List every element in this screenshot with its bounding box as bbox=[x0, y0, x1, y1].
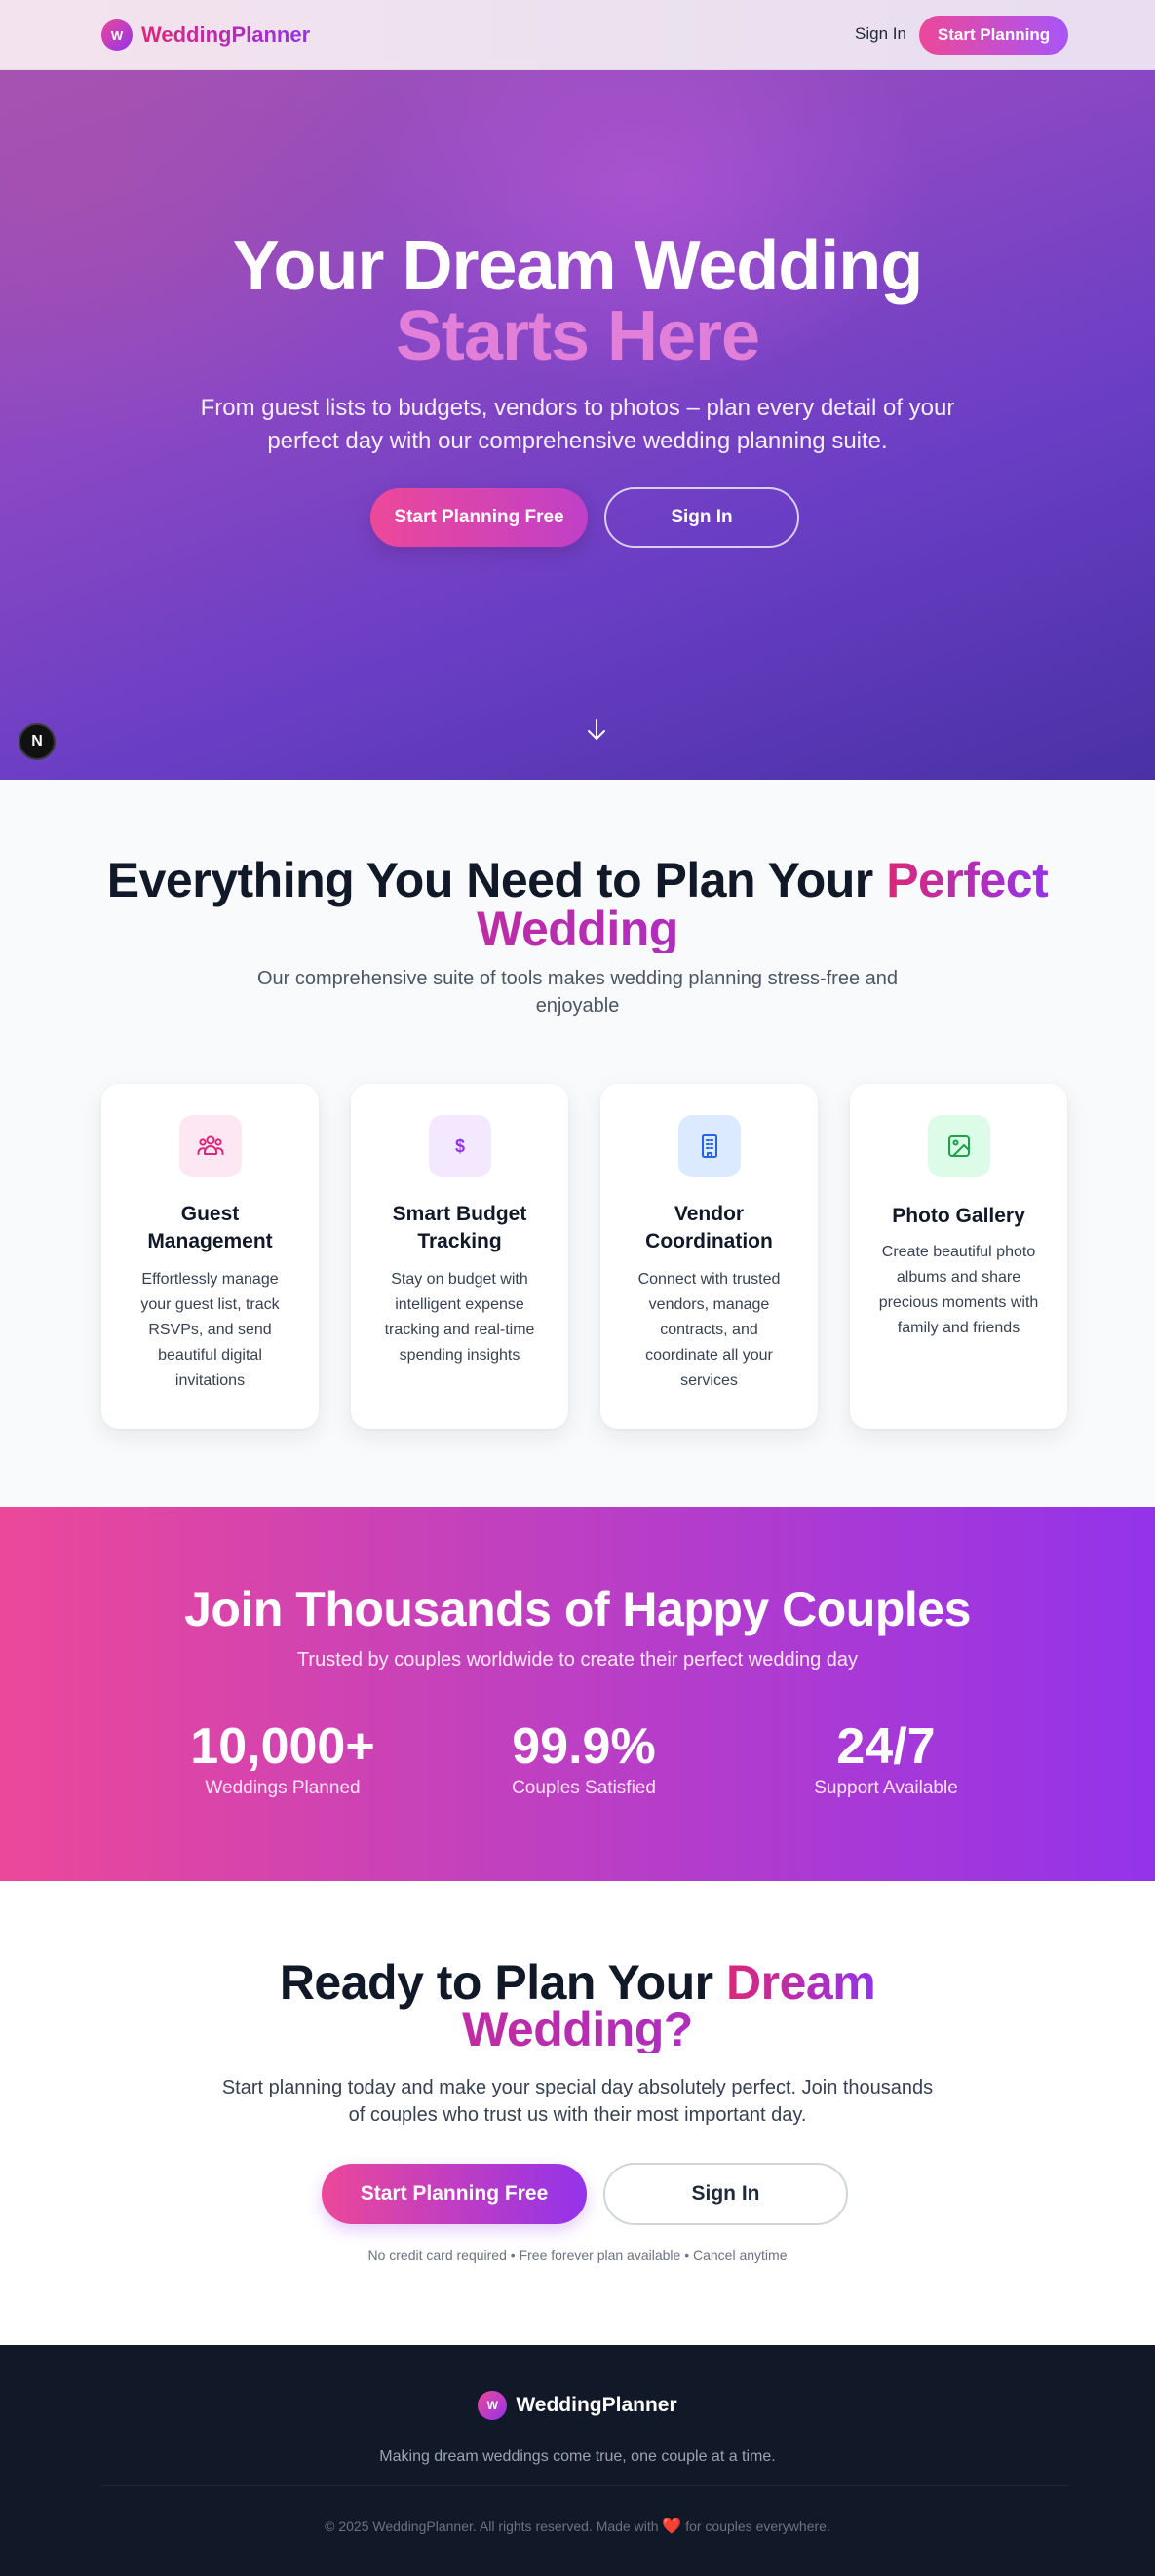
logo-badge-icon: W bbox=[101, 19, 133, 51]
feature-card-vendor-coordination[interactable]: Vendor Coordination Connect with trusted… bbox=[600, 1084, 818, 1429]
features-title-highlight-1: Perfect bbox=[886, 853, 1049, 907]
brand-logo[interactable]: W WeddingPlanner bbox=[101, 19, 310, 51]
card-description: Stay on budget with intelligent expense … bbox=[384, 1271, 535, 1364]
hero-title-line1: Your Dream Wedding bbox=[232, 227, 923, 305]
features-title: Everything You Need to Plan Your Perfect… bbox=[97, 856, 1058, 953]
feature-card-photo-gallery[interactable]: Photo Gallery Create beautiful photo alb… bbox=[850, 1084, 1067, 1429]
card-title: Vendor Coordination bbox=[645, 1203, 773, 1252]
cta-signin-button[interactable]: Sign In bbox=[603, 2163, 848, 2225]
cta-note: No credit card required • Free forever p… bbox=[367, 2248, 788, 2263]
brand-name: WeddingPlanner bbox=[141, 22, 311, 47]
card-title: Photo Gallery bbox=[892, 1205, 1025, 1227]
footer-tagline: Making dream weddings come true, one cou… bbox=[379, 2448, 776, 2465]
card-title: Guest Management bbox=[147, 1203, 273, 1252]
hero-subtitle: From guest lists to budgets, vendors to … bbox=[200, 395, 955, 454]
nav-start-planning-button[interactable]: Start Planning bbox=[919, 16, 1068, 55]
cta-start-planning-free-button[interactable]: Start Planning Free bbox=[322, 2164, 587, 2224]
stat-value: 10,000+ bbox=[190, 1718, 375, 1775]
building-icon bbox=[678, 1115, 741, 1177]
card-description: Create beautiful photo albums and share … bbox=[878, 1244, 1039, 1336]
heart-icon: ❤️ bbox=[662, 2518, 682, 2535]
stat-weddings-planned: 10,000+ Weddings Planned bbox=[127, 1717, 439, 1799]
users-icon bbox=[179, 1115, 242, 1177]
copyright-text-end: for couples everywhere. bbox=[685, 2518, 830, 2534]
features-title-part1: Everything You Need to Plan Your bbox=[106, 853, 874, 907]
hero-title-line2: Starts Here bbox=[395, 297, 760, 375]
arrow-down-icon[interactable] bbox=[583, 717, 610, 745]
cta-section: Ready to Plan Your Dream Wedding? Start … bbox=[0, 1881, 1155, 2345]
footer-copyright: © 2025 WeddingPlanner. All rights reserv… bbox=[0, 2517, 1155, 2536]
hero-signin-button[interactable]: Sign In bbox=[604, 487, 799, 548]
card-description: Effortlessly manage your guest list, tra… bbox=[140, 1271, 280, 1389]
stats-section: Join Thousands of Happy Couples Trusted … bbox=[0, 1507, 1155, 1881]
stat-support-available: 24/7 Support Available bbox=[730, 1717, 1042, 1799]
cta-title: Ready to Plan Your Dream Wedding? bbox=[97, 1958, 1058, 2054]
stat-label: Support Available bbox=[814, 1778, 958, 1798]
card-description: Connect with trusted vendors, manage con… bbox=[637, 1271, 781, 1389]
footer-brand[interactable]: W WeddingPlanner bbox=[0, 2391, 1155, 2420]
image-icon bbox=[928, 1115, 990, 1177]
stats-title: Join Thousands of Happy Couples bbox=[184, 1582, 971, 1636]
stat-value: 99.9% bbox=[512, 1718, 656, 1775]
copyright-text: © 2025 WeddingPlanner. All rights reserv… bbox=[325, 2518, 659, 2534]
cta-title-highlight-2: Wedding? bbox=[97, 2005, 1058, 2054]
hero-start-planning-free-button[interactable]: Start Planning Free bbox=[370, 488, 588, 547]
footer-logo-badge-icon: W bbox=[478, 2391, 508, 2420]
stat-label: Couples Satisfied bbox=[512, 1778, 656, 1798]
page: W WeddingPlanner Sign In Start Planning … bbox=[0, 0, 1155, 2576]
top-navbar: W WeddingPlanner Sign In Start Planning bbox=[0, 0, 1155, 70]
feature-card-budget-tracking[interactable]: $ Smart Budget Tracking Stay on budget w… bbox=[351, 1084, 568, 1429]
stats-subtitle: Trusted by couples worldwide to create t… bbox=[296, 1649, 859, 1671]
cta-title-highlight-1: Dream bbox=[726, 1955, 876, 2010]
footer: W WeddingPlanner Making dream weddings c… bbox=[0, 2345, 1155, 2576]
footer-divider bbox=[101, 2485, 1068, 2486]
dollar-icon: $ bbox=[429, 1115, 491, 1177]
features-subtitle: Our comprehensive suite of tools makes w… bbox=[256, 968, 898, 1017]
stat-label: Weddings Planned bbox=[205, 1778, 361, 1798]
stat-value: 24/7 bbox=[836, 1718, 936, 1775]
feature-card-guest-management[interactable]: Guest Management Effortlessly manage you… bbox=[101, 1084, 319, 1429]
nav-signin-link[interactable]: Sign In bbox=[855, 24, 906, 44]
footer-brand-name: WeddingPlanner bbox=[516, 2394, 677, 2416]
stat-couples-satisfied: 99.9% Couples Satisfied bbox=[428, 1717, 740, 1799]
features-title-highlight-2: Wedding bbox=[97, 904, 1058, 953]
hero-section: Your Dream Wedding Starts Here From gues… bbox=[0, 70, 1155, 780]
cta-subtitle: Start planning today and make your speci… bbox=[221, 2077, 934, 2126]
features-section: Everything You Need to Plan Your Perfect… bbox=[0, 780, 1155, 1507]
feature-cards: Guest Management Effortlessly manage you… bbox=[101, 1084, 1068, 1429]
card-title: Smart Budget Tracking bbox=[392, 1203, 527, 1252]
dev-badge-icon[interactable]: N bbox=[19, 723, 56, 760]
